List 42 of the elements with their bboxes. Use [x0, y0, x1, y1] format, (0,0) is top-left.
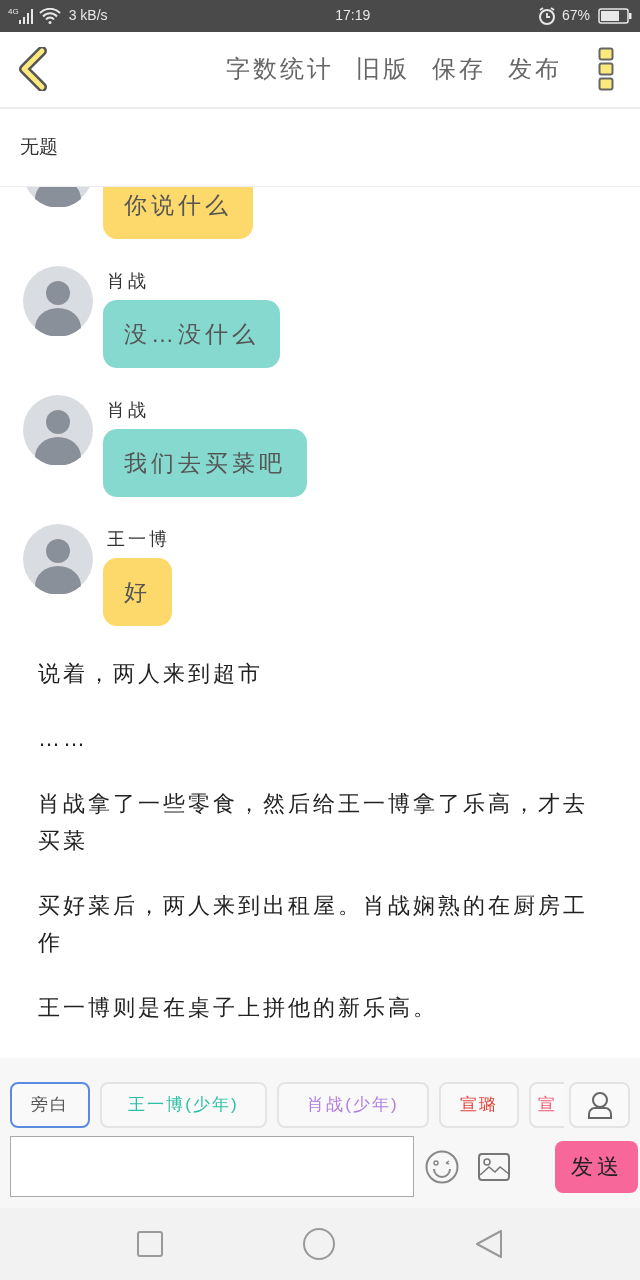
person-icon — [587, 1091, 612, 1120]
message-bubble: 没…没什么 — [103, 299, 280, 368]
back-nav-icon[interactable] — [475, 1229, 503, 1259]
speaker-chip[interactable]: 肖战(少年) — [277, 1082, 429, 1129]
network-speed: 3 kB/s — [68, 6, 108, 26]
back-icon — [18, 47, 48, 92]
toolbar-action[interactable]: 保存 — [432, 51, 486, 88]
back-button[interactable] — [18, 47, 48, 92]
narration-paragraph: 买好菜后，两人来到出租屋。肖战娴熟的在厨房工作 — [38, 891, 589, 957]
profile-button[interactable] — [569, 1082, 630, 1129]
narration-paragraph: 肖战拿了一些零食，然后给王一博拿了乐高，才去买菜 — [38, 789, 589, 855]
narration-paragraph: …… — [38, 724, 89, 753]
message-bubble: 你说什么 — [103, 186, 253, 239]
narration-paragraph: 王一博则是在桌子上拼他的新乐高。 — [38, 993, 439, 1022]
signal-icon — [18, 8, 33, 24]
toolbar-action[interactable]: 旧版 — [356, 51, 410, 88]
document-title: 无题 — [20, 135, 58, 160]
speaker-chip[interactable]: 旁白 — [10, 1082, 90, 1129]
wifi-icon — [38, 8, 61, 24]
narration-paragraph: 说着，两人来到超市 — [38, 659, 264, 688]
network-label: 4G — [8, 6, 19, 18]
speaker-chip[interactable]: 宣 — [529, 1082, 564, 1129]
home-icon[interactable] — [303, 1228, 335, 1260]
menu-icon — [598, 47, 614, 92]
speaker-name: 肖战 — [106, 398, 149, 422]
message-input[interactable] — [10, 1136, 414, 1198]
smiley-icon[interactable] — [425, 1149, 459, 1184]
send-button[interactable]: 发送 — [555, 1140, 638, 1193]
speaker-name: 王一博 — [106, 527, 170, 551]
clock: 17:19 — [334, 6, 371, 26]
recents-icon[interactable] — [137, 1231, 163, 1257]
message-bubble: 我们去买菜吧 — [103, 428, 307, 497]
battery-icon — [598, 8, 632, 24]
toolbar-action[interactable]: 发布 — [508, 51, 562, 88]
message-bubble: 好 — [103, 557, 172, 626]
alarm-icon — [537, 7, 556, 25]
speaker-name: 肖战 — [106, 269, 149, 293]
menu-button[interactable] — [598, 47, 614, 92]
battery-percent: 67% — [561, 6, 590, 26]
speaker-chip[interactable]: 宣璐 — [439, 1082, 519, 1129]
image-icon[interactable] — [478, 1152, 510, 1181]
toolbar-action[interactable]: 字数统计 — [226, 51, 334, 88]
